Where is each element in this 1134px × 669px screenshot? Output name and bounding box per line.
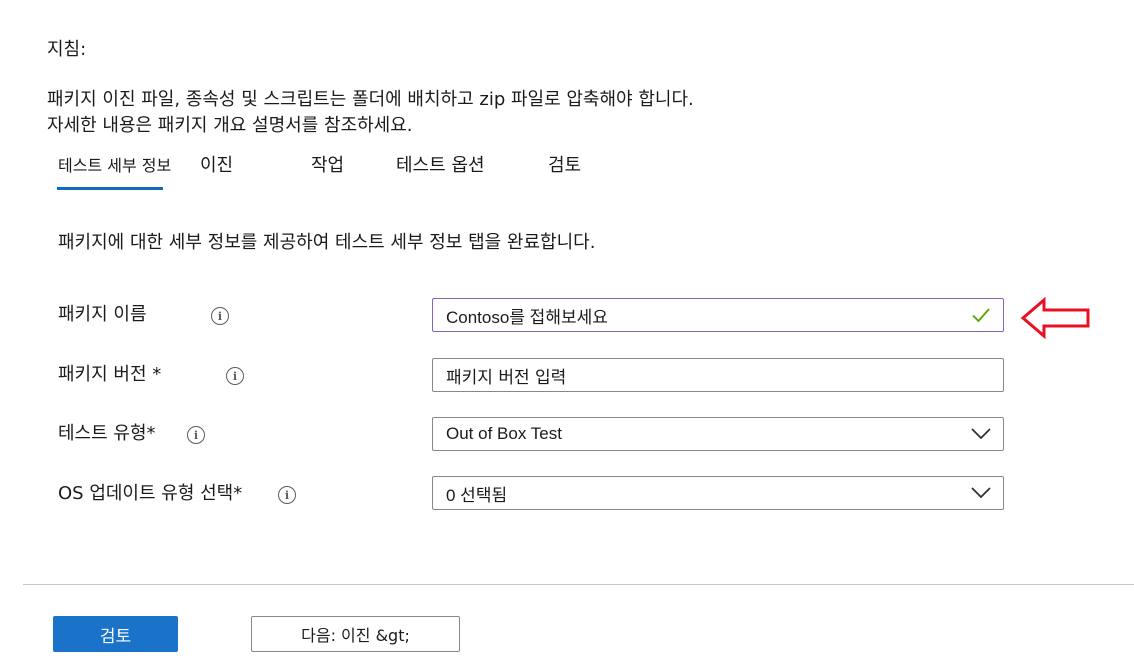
test-type-info-icon[interactable]: i [187,426,205,444]
tab-test-options[interactable]: 테스트 옵션 [396,154,485,178]
os-update-type-dropdown[interactable]: 0 선택됨 [432,476,1004,510]
os-update-type-value: 0 선택됨 [446,485,508,505]
package-version-label: 패키지 버전 * [58,364,162,385]
package-name-info-icon[interactable]: i [211,307,229,325]
package-name-input[interactable]: Contoso를 접해보세요 [432,298,1004,332]
tab-test-details[interactable]: 테스트 세부 정보 [58,154,171,178]
package-name-label: 패키지 이름 [58,304,147,325]
package-version-info-icon[interactable]: i [226,367,244,385]
package-version-placeholder: 패키지 버전 입력 [446,367,567,388]
chevron-down-icon [959,477,1003,509]
chevron-down-icon [959,418,1003,450]
footer-divider [23,584,1134,585]
active-tab-indicator [57,187,163,190]
checkmark-icon [959,299,1003,331]
test-type-label: 테스트 유형* [58,423,156,444]
instruction-line-2: 자세한 내용은 패키지 개요 설명서를 참조하세요. [47,115,413,136]
instruction-line-1: 패키지 이진 파일, 종속성 및 스크립트는 폴더에 배치하고 zip 파일로 … [47,89,694,110]
left-arrow-icon [1020,296,1092,344]
test-type-value: Out of Box Test [446,424,562,443]
guidance-heading: 지침: [47,39,87,60]
next-binaries-button[interactable]: 다음: 이진 &gt; [251,616,460,652]
tab-review[interactable]: 검토 [548,154,581,178]
test-type-dropdown[interactable]: Out of Box Test [432,417,1004,451]
package-name-value: Contoso를 접해보세요 [446,307,608,327]
os-update-type-label: OS 업데이트 유형 선택* [58,483,243,504]
package-version-input[interactable]: 패키지 버전 입력 [432,358,1004,392]
os-update-type-info-icon[interactable]: i [278,486,296,504]
tab-binaries[interactable]: 이진 [200,154,233,178]
tab-tasks[interactable]: 작업 [311,154,344,178]
section-description: 패키지에 대한 세부 정보를 제공하여 테스트 세부 정보 탭을 완료합니다. [58,232,596,253]
review-button[interactable]: 검토 [53,616,178,652]
